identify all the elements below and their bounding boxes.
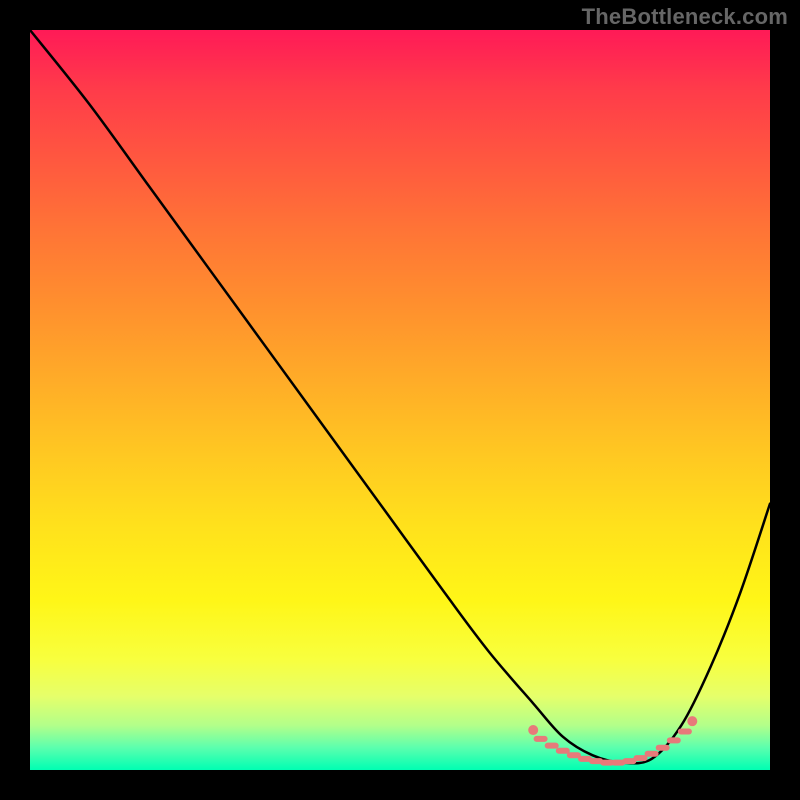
marker-dot [529,726,538,735]
plot-area [30,30,770,770]
marker-dot [688,717,697,726]
watermark-text: TheBottleneck.com [582,4,788,30]
highlight-markers [529,717,697,763]
chart-overlay [30,30,770,770]
bottleneck-curve [30,30,770,763]
chart-frame: TheBottleneck.com [0,0,800,800]
